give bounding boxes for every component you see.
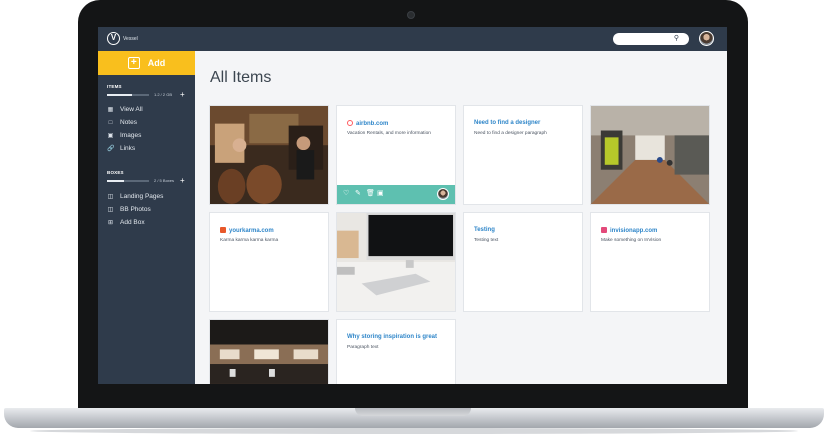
add-item-icon[interactable]: + bbox=[180, 91, 185, 99]
card-title[interactable]: Testing bbox=[474, 227, 495, 233]
sidebar-item-view-all[interactable]: ▦ View All bbox=[107, 106, 143, 113]
card-title[interactable]: airbnb.com bbox=[347, 120, 388, 127]
note-card[interactable]: Need to find a designer Need to find a d… bbox=[463, 105, 583, 205]
hallway-photo bbox=[591, 106, 709, 204]
card-title[interactable]: invisionapp.com bbox=[601, 227, 657, 234]
sidebar-item-label: Add Box bbox=[120, 219, 145, 226]
sidebar-item-bb-photos[interactable]: ◫ BB Photos bbox=[107, 206, 151, 213]
yourkarma-favicon-icon bbox=[220, 227, 226, 233]
card-title[interactable]: Need to find a designer bbox=[474, 120, 540, 126]
sidebar-item-label: View All bbox=[120, 106, 143, 113]
card-title-text: invisionapp.com bbox=[610, 228, 658, 234]
note-card[interactable]: Why storing inspiration is great Paragra… bbox=[336, 319, 456, 384]
sidebar-item-label: Landing Pages bbox=[120, 193, 164, 200]
image-icon[interactable]: ▣ bbox=[377, 190, 384, 198]
link-card[interactable]: invisionapp.com Make something on InVisi… bbox=[590, 212, 710, 312]
card-subtitle: Testing text bbox=[474, 238, 499, 243]
card-subtitle: Paragraph text bbox=[347, 345, 379, 350]
card-action-bar: ♡ ✎ 🗑 ▣ bbox=[337, 185, 455, 204]
card-subtitle: Vacation Rentals, and more information bbox=[347, 131, 431, 136]
note-icon: □ bbox=[108, 119, 113, 126]
items-heading: ITEMS bbox=[107, 84, 122, 89]
search-input[interactable]: ⚲ bbox=[613, 33, 689, 45]
camera bbox=[407, 11, 415, 19]
add-box-icon[interactable]: + bbox=[180, 177, 185, 185]
app-logo[interactable]: V Vessel bbox=[107, 32, 138, 45]
sidebar-item-label: Links bbox=[120, 145, 136, 152]
link-card[interactable]: airbnb.com Vacation Rentals, and more in… bbox=[336, 105, 456, 205]
top-bar: V Vessel ⚲ bbox=[98, 27, 727, 51]
search-icon[interactable]: ⚲ bbox=[674, 35, 679, 43]
sidebar-item-landing-pages[interactable]: ◫ Landing Pages bbox=[107, 193, 164, 200]
trash-icon[interactable]: 🗑 bbox=[366, 190, 375, 198]
vessel-logo-icon: V bbox=[107, 32, 120, 45]
laptop-mockup: V Vessel ⚲ + Add ITEMS 1.2 / 2 GB + ▦ Vi… bbox=[0, 0, 827, 438]
user-avatar[interactable] bbox=[699, 31, 714, 46]
sidebar-item-label: Notes bbox=[120, 119, 137, 126]
sidebar-item-links[interactable]: 🔗 Links bbox=[107, 145, 135, 152]
sidebar-item-label: BB Photos bbox=[120, 206, 151, 213]
sidebar-item-notes[interactable]: □ Notes bbox=[107, 119, 137, 126]
owner-avatar[interactable] bbox=[437, 188, 449, 200]
image-card[interactable] bbox=[590, 105, 710, 205]
card-title[interactable]: Why storing inspiration is great bbox=[347, 334, 437, 340]
main-content: All Items airbnb.com Vacation Rentals, a… bbox=[195, 51, 727, 384]
app-screen: V Vessel ⚲ + Add ITEMS 1.2 / 2 GB + ▦ Vi… bbox=[98, 27, 727, 384]
add-box-icon: ⊞ bbox=[107, 220, 114, 226]
boxes-heading: BOXES bbox=[107, 170, 124, 175]
storage-meter-fill bbox=[107, 94, 133, 96]
sidebar-item-label: Images bbox=[120, 132, 142, 139]
edit-icon[interactable]: ✎ bbox=[355, 190, 361, 198]
storage-meter bbox=[107, 94, 149, 96]
sidebar: + Add ITEMS 1.2 / 2 GB + ▦ View All □ No… bbox=[98, 51, 195, 384]
storage-usage: 1.2 / 2 GB bbox=[154, 92, 173, 97]
office-photo bbox=[210, 320, 328, 384]
image-card[interactable] bbox=[336, 212, 456, 312]
grid-icon: ▦ bbox=[107, 107, 114, 113]
image-icon: ▣ bbox=[107, 133, 114, 139]
boxes-meter-fill bbox=[107, 180, 124, 182]
card-title-text: airbnb.com bbox=[356, 121, 389, 127]
card-subtitle: Make something on InVision bbox=[601, 238, 662, 243]
link-card[interactable]: yourkarma.com Karma karma karma karma bbox=[209, 212, 329, 312]
airbnb-favicon-icon bbox=[347, 120, 353, 126]
desk-photo bbox=[337, 213, 455, 311]
page-title: All Items bbox=[210, 69, 272, 86]
heart-icon[interactable]: ♡ bbox=[343, 190, 349, 198]
laptop-notch bbox=[355, 408, 471, 416]
link-icon: 🔗 bbox=[107, 146, 115, 152]
add-button[interactable]: + Add bbox=[98, 51, 195, 75]
card-subtitle: Karma karma karma karma bbox=[220, 238, 279, 243]
boxes-usage: 2 / 5 Boxes bbox=[154, 178, 175, 183]
box-icon: ◫ bbox=[107, 194, 114, 200]
image-card[interactable] bbox=[209, 319, 329, 384]
image-card[interactable] bbox=[209, 105, 329, 205]
plus-icon: + bbox=[127, 57, 140, 69]
invision-favicon-icon bbox=[601, 227, 607, 233]
note-card[interactable]: Testing Testing text bbox=[463, 212, 583, 312]
app-name: Vessel bbox=[123, 35, 138, 42]
card-title[interactable]: yourkarma.com bbox=[220, 227, 274, 234]
bar-photo bbox=[210, 106, 328, 204]
sidebar-item-add-box[interactable]: ⊞ Add Box bbox=[107, 219, 145, 226]
box-icon: ◫ bbox=[107, 207, 114, 213]
sidebar-item-images[interactable]: ▣ Images bbox=[107, 132, 142, 139]
add-button-label: Add bbox=[147, 58, 166, 68]
boxes-meter bbox=[107, 180, 149, 182]
card-title-text: yourkarma.com bbox=[229, 228, 274, 234]
laptop-shadow bbox=[30, 428, 798, 434]
card-subtitle: Need to find a designer paragraph bbox=[474, 131, 547, 136]
